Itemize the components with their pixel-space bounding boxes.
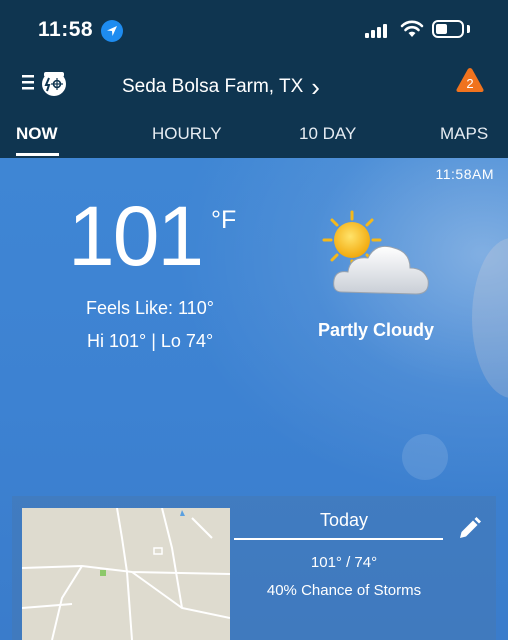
forecast-storm-chance: 40% Chance of Storms: [266, 582, 422, 599]
wifi-icon: [400, 20, 424, 37]
today-forecast-card[interactable]: Today 101° / 74° 40% Chance of Storms: [12, 496, 496, 640]
forecast-temps: 101° / 74°: [310, 554, 378, 571]
temperature-unit: °F: [211, 206, 237, 234]
hi-lo: Hi 101° | Lo 74°: [87, 331, 214, 351]
forecast-day: Today: [319, 510, 369, 530]
map-roads: [22, 508, 230, 640]
status-bar: 11:58: [0, 0, 508, 58]
edit-pencil-icon[interactable]: [456, 516, 482, 542]
chevron-right-icon: ›: [311, 72, 320, 102]
current-temperature: 101: [68, 189, 204, 283]
app-header: Seda Bolsa Farm, TX › 2: [0, 58, 508, 108]
tab-10-day[interactable]: 10 DAY: [299, 124, 356, 144]
feels-like: Feels Like: 110°: [86, 298, 214, 318]
battery-cap: [467, 25, 470, 33]
active-tab-indicator: [16, 153, 59, 156]
location-services-icon: [101, 20, 123, 42]
location-selector[interactable]: Seda Bolsa Farm, TX ›: [122, 72, 320, 102]
battery-level-fill: [436, 24, 447, 34]
alert-count: 2: [466, 76, 474, 91]
cellular-signal-icon: [365, 24, 391, 38]
updated-time: 11:58AM: [435, 166, 494, 182]
lens-flare: [472, 238, 508, 398]
current-conditions: 11:58AM 101 °F Feels Like: 110° Hi 101° …: [0, 158, 508, 640]
tab-hourly[interactable]: HOURLY: [152, 124, 222, 144]
partly-cloudy-icon: [322, 210, 429, 295]
tab-now[interactable]: NOW: [16, 124, 58, 144]
menu-logo-icon[interactable]: [22, 68, 72, 98]
weather-alert-button[interactable]: 2: [455, 66, 485, 94]
radar-map-thumbnail[interactable]: [22, 508, 230, 640]
tab-maps[interactable]: MAPS: [440, 124, 488, 144]
forecast-divider: [234, 538, 443, 540]
location-name: Seda Bolsa Farm, TX: [122, 76, 304, 97]
tab-bar: NOW HOURLY 10 DAY MAPS: [0, 108, 508, 158]
lens-flare: [402, 434, 448, 480]
battery-icon: [432, 20, 464, 38]
condition-label: Partly Cloudy: [318, 320, 435, 340]
status-time: 11:58: [38, 18, 94, 41]
